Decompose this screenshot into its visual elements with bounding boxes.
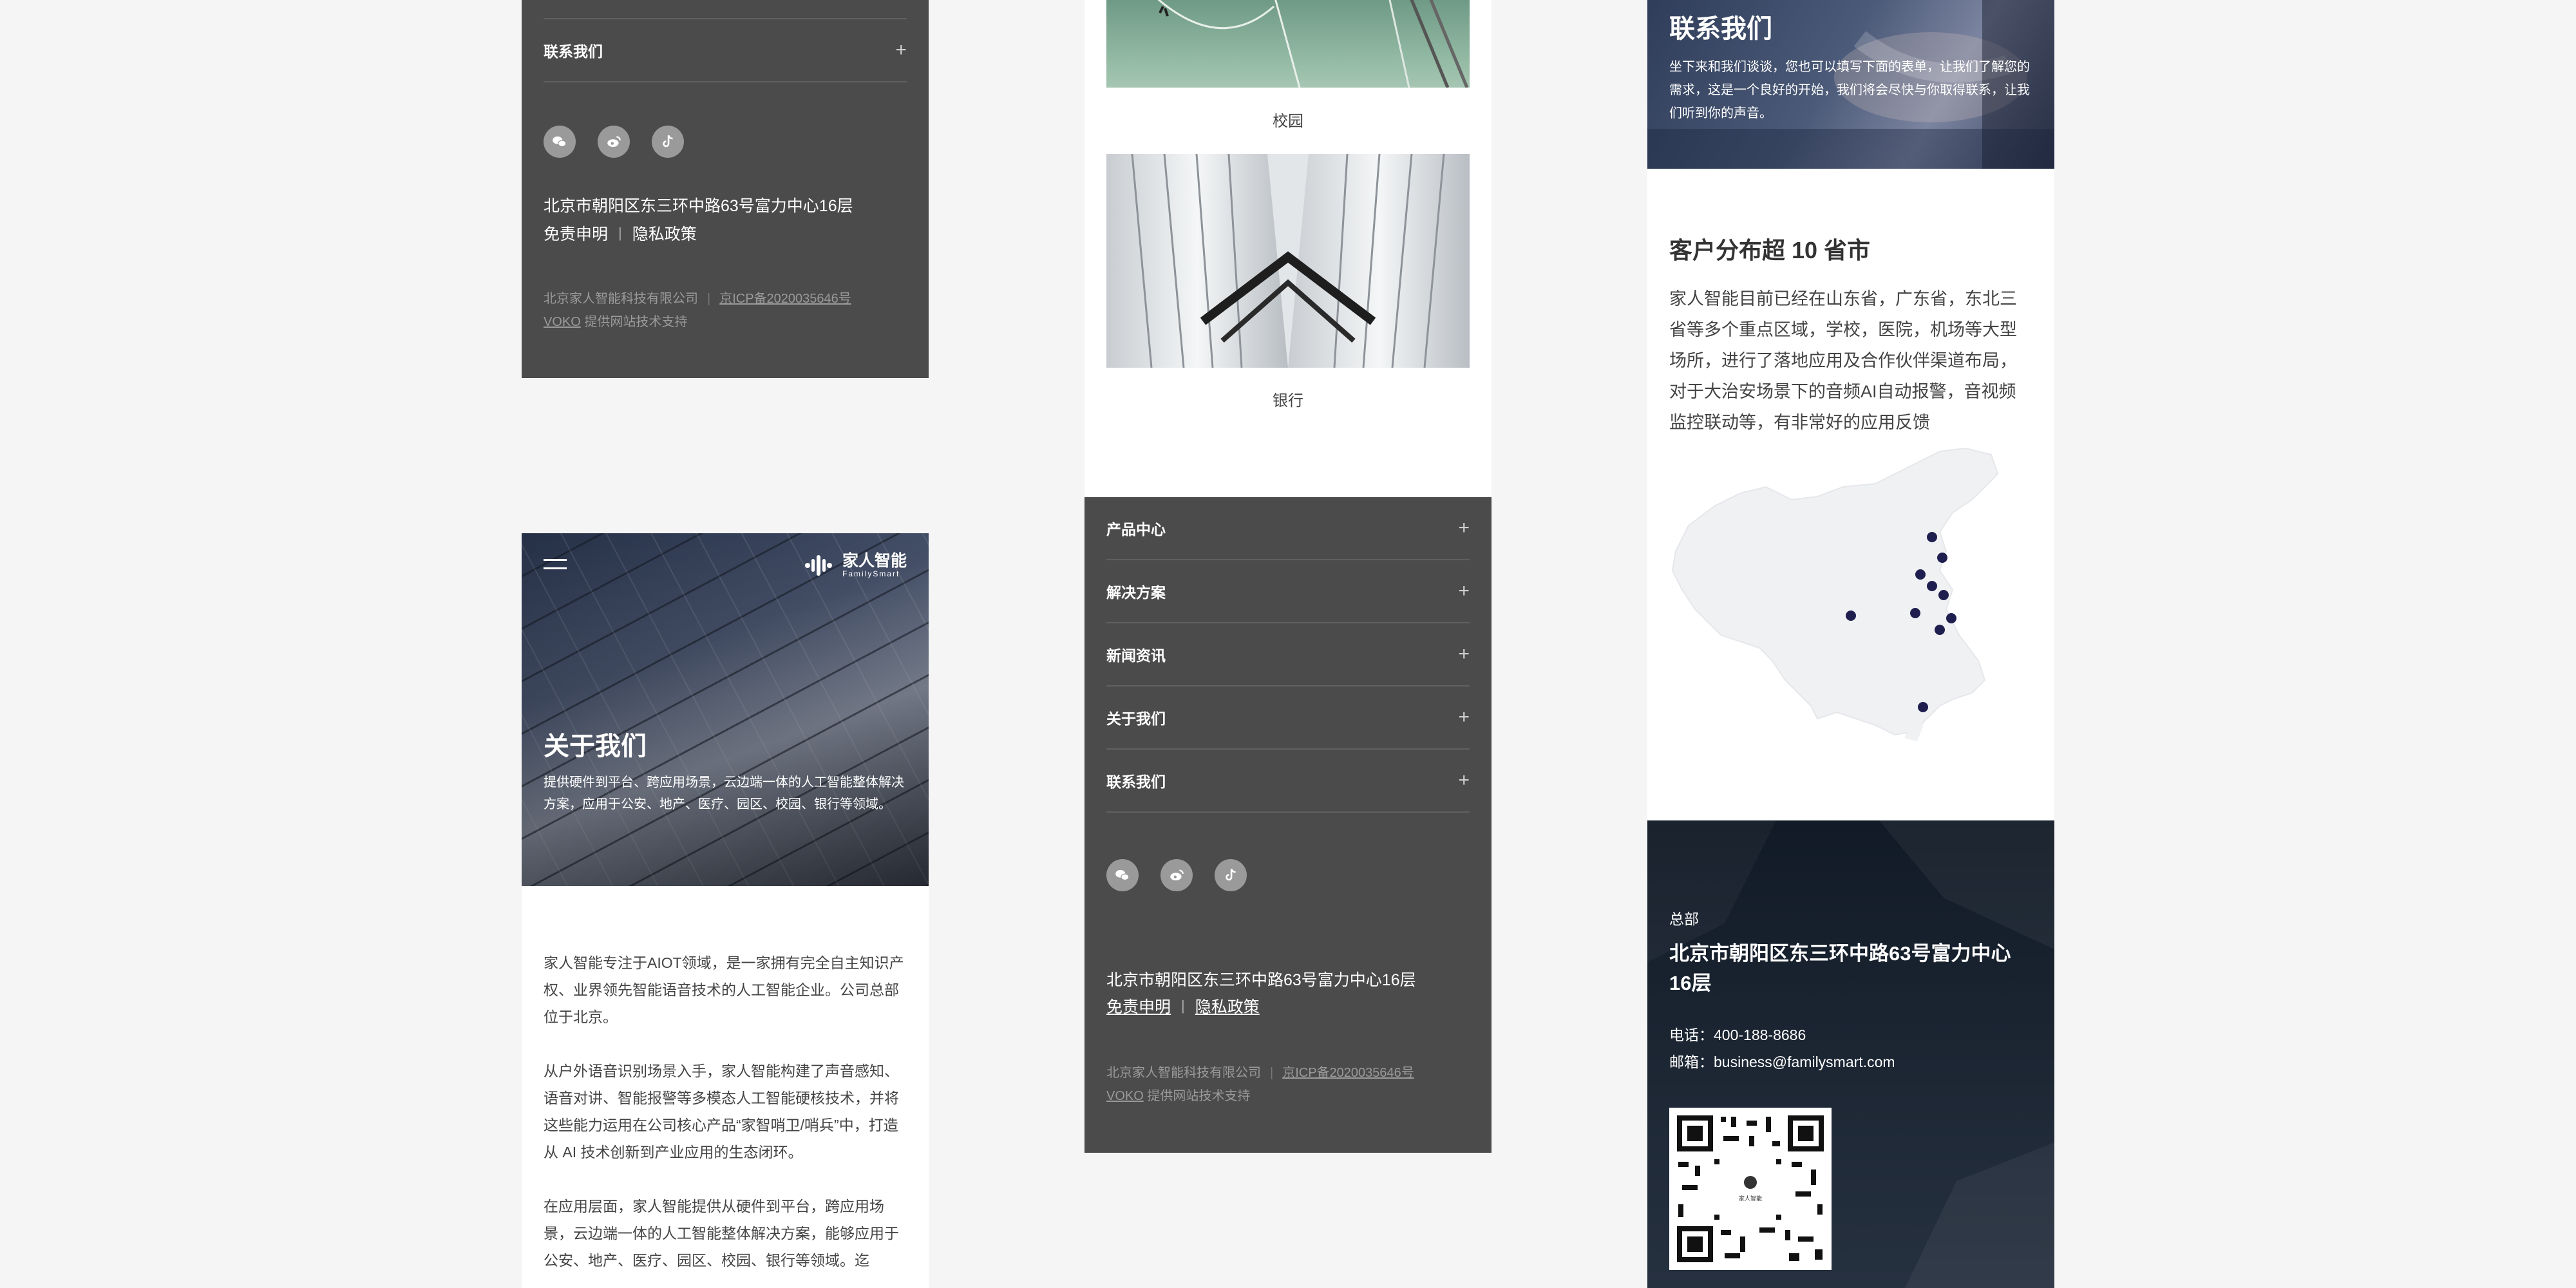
menu-icon[interactable] (544, 559, 567, 576)
accordion-about[interactable]: 关于我们 + (1106, 687, 1470, 750)
company-name: 北京家人智能科技有限公司 (544, 292, 698, 306)
contact-description: 坐下来和我们谈谈，您也可以填写下面的表单，让我们了解您的需求，这是一个良好的开始… (1669, 60, 2030, 120)
about-paragraph: 从户外语音识别场景入手，家人智能构建了声音感知、语音对讲、智能报警等多模态人工智… (544, 1063, 899, 1160)
plus-icon: + (895, 39, 907, 61)
support-text: 提供网站技术支持 (584, 315, 688, 329)
accordion-news[interactable]: 新闻资讯 + (1106, 623, 1470, 687)
hq-address: 北京市朝阳区东三环中路63号富力中心16层 (1669, 942, 2011, 994)
accordion-label: 联系我们 (1106, 773, 1166, 790)
qr-logo-text: 家人智能 (1738, 1195, 1762, 1202)
footer-col2: 产品中心 + 解决方案 + 新闻资讯 + 关于我们 + 联系我们 + 北京市朝阳… (1084, 497, 1492, 1153)
tiktok-icon[interactable] (1215, 859, 1247, 891)
copyright-block: 北京家人智能科技有限公司 | 京ICP备2020035646号 VOKO 提供网站技… (544, 292, 851, 329)
brand-name-en: FamilySmart (842, 569, 900, 578)
distribution-title: 客户分布超 10 省市 (1669, 237, 1871, 263)
bank-image[interactable] (1106, 154, 1470, 368)
about-paragraph: 在应用层面，家人智能提供从硬件到平台，跨应用场景，云边端一体的人工智能整体解决方… (544, 1198, 899, 1269)
cases-panel: 校园 银行 (1084, 0, 1492, 497)
accordion-solutions[interactable]: 解决方案 + (1106, 560, 1470, 623)
legal-links: 免责申明 | 隐私政策 (544, 222, 697, 245)
page-title: 关于我们 (544, 732, 647, 761)
company-name: 北京家人智能科技有限公司 (1106, 1066, 1261, 1080)
plus-icon: + (1458, 770, 1470, 791)
disclaimer-link[interactable]: 免责申明 (1106, 994, 1171, 1018)
contact-title: 联系我们 (1669, 15, 1772, 43)
weibo-icon[interactable] (598, 126, 630, 158)
wechat-icon[interactable] (544, 126, 576, 158)
campus-image[interactable] (1106, 0, 1470, 88)
voko-link[interactable]: VOKO (1106, 1089, 1144, 1103)
accordion-label: 关于我们 (1106, 710, 1166, 727)
plus-icon: + (1458, 706, 1470, 728)
hq-label: 总部 (1669, 911, 1699, 927)
accordion-label: 新闻资讯 (1106, 647, 1166, 664)
tiktok-icon[interactable] (652, 126, 684, 158)
about-hero: 家人智能 FamilySmart 关于我们 提供硬件到平台、跨应用场景，云边端一… (522, 533, 929, 886)
copyright-block: 北京家人智能科技有限公司 | 京ICP备2020035646号 VOKO 提供网站技… (1106, 1066, 1414, 1103)
about-content: 家人智能专注于AIOT领域，是一家拥有完全自主知识产权、业界领先智能语音技术的人… (522, 886, 929, 1288)
legal-links: 免责申明 | 隐私政策 (1106, 994, 1260, 1018)
weibo-icon[interactable] (1160, 859, 1193, 891)
logo-mark-icon (804, 555, 832, 576)
accordion-contact[interactable]: 联系我们 + (1106, 750, 1470, 813)
privacy-link[interactable]: 隐私政策 (632, 222, 697, 245)
hq-phone[interactable]: 电话：400-188-8686 (1669, 1023, 1806, 1045)
brand-name: 家人智能 (842, 552, 907, 570)
hq-section: 总部 北京市朝阳区东三环中路63号富力中心16层 电话：400-188-8686… (1647, 820, 2054, 1288)
about-paragraph: 家人智能专注于AIOT领域，是一家拥有完全自主知识产权、业界领先智能语音技术的人… (544, 954, 904, 1025)
support-text: 提供网站技术支持 (1147, 1089, 1251, 1103)
china-map (1671, 448, 1999, 741)
icp-link[interactable]: 京ICP备2020035646号 (1282, 1066, 1414, 1080)
accordion-contact[interactable]: 联系我们 + (544, 19, 907, 82)
accordion-label: 产品中心 (1106, 521, 1166, 538)
hero-description: 提供硬件到平台、跨应用场景，云边端一体的人工智能整体解决方案，应用于公安、地产、… (544, 775, 904, 811)
separator: | (1181, 998, 1185, 1014)
privacy-link[interactable]: 隐私政策 (1195, 994, 1260, 1018)
distribution-section: 客户分布超 10 省市 家人智能目前已经在山东省，广东省，东北三省等多个重点区域… (1647, 169, 2054, 820)
accordion-label: 解决方案 (1106, 584, 1166, 601)
disclaimer-link[interactable]: 免责申明 (544, 222, 608, 245)
campus-label: 校园 (1273, 113, 1303, 130)
hq-email[interactable]: 邮箱：business@familysmart.com (1669, 1050, 1895, 1072)
social-links (1106, 859, 1247, 891)
company-address: 北京市朝阳区东三环中路63号富力中心16层 (1106, 971, 1416, 989)
qr-code: 家人智能 (1669, 1108, 1832, 1270)
icp-link[interactable]: 京ICP备2020035646号 (719, 292, 851, 306)
plus-icon: + (1458, 643, 1470, 665)
separator: | (618, 225, 622, 241)
accordion-products[interactable]: 产品中心 + (1106, 497, 1470, 560)
plus-icon: + (1458, 517, 1470, 538)
footer-col1: 联系我们 + 北京市朝阳区东三环中路63号富力中心16层 免责申明 | 隐私政策… (522, 0, 929, 378)
accordion-label: 联系我们 (544, 43, 603, 60)
contact-hero: 联系我们 坐下来和我们谈谈，您也可以填写下面的表单，让我们了解您的需求，这是一个… (1647, 0, 2054, 169)
social-links (544, 126, 684, 158)
plus-icon: + (1458, 580, 1470, 601)
brand-logo[interactable]: 家人智能 FamilySmart (804, 551, 907, 580)
company-address: 北京市朝阳区东三环中路63号富力中心16层 (544, 197, 853, 215)
voko-link[interactable]: VOKO (544, 315, 581, 329)
distribution-description: 家人智能目前已经在山东省，广东省，东北三省等多个重点区域，学校，医院，机场等大型… (1669, 289, 2017, 432)
wechat-icon[interactable] (1106, 859, 1139, 891)
bank-label: 银行 (1273, 392, 1303, 410)
